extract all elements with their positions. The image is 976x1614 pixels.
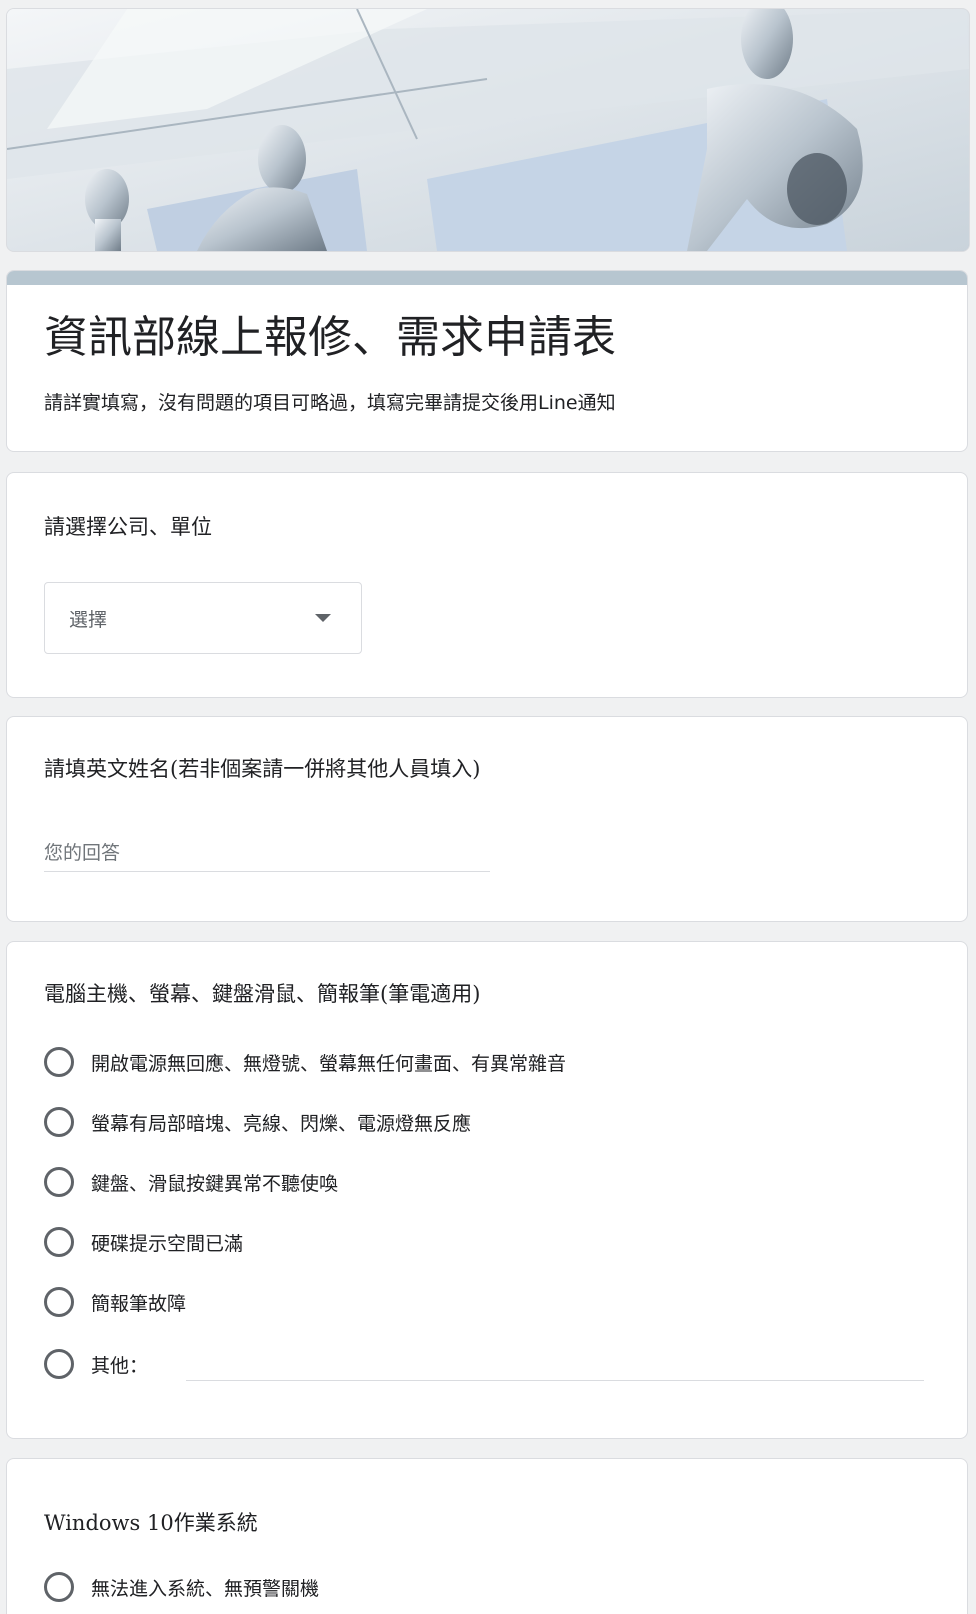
radio-option[interactable]: 無法進入系統、無預警關機: [44, 1570, 924, 1604]
header-accent-bar: [7, 271, 967, 285]
question-windows10: Windows 10作業系統 無法進入系統、無預警關機: [6, 1458, 968, 1614]
question-title: Windows 10作業系統: [44, 1511, 258, 1535]
banner-illustration: [7, 9, 969, 251]
chevron-down-icon: [315, 614, 331, 622]
radio-option-label: 鍵盤、滑鼠按鍵異常不聽使喚: [91, 1172, 339, 1195]
form-description: 請詳實填寫，沒有問題的項目可略過，填寫完畢請提交後用Line通知: [44, 392, 616, 414]
radio-option-label: 硬碟提示空間已滿: [91, 1232, 244, 1255]
radio-option[interactable]: 開啟電源無回應、無燈號、螢幕無任何畫面、有異常雜音: [44, 1045, 924, 1079]
radio-button[interactable]: [44, 1349, 74, 1379]
radio-option[interactable]: 簡報筆故障: [44, 1285, 924, 1319]
radio-button[interactable]: [44, 1572, 74, 1602]
other-text-input[interactable]: [186, 1347, 924, 1381]
radio-option-label: 其他：: [91, 1354, 149, 1377]
radio-button[interactable]: [44, 1047, 74, 1077]
form-title: 資訊部線上報修、需求申請表: [44, 312, 616, 363]
form-page: 資訊部線上報修、需求申請表 請詳實填寫，沒有問題的項目可略過，填寫完畢請提交後用…: [0, 0, 976, 1614]
radio-option[interactable]: 鍵盤、滑鼠按鍵異常不聽使喚: [44, 1165, 924, 1199]
radio-button[interactable]: [44, 1107, 74, 1137]
company-dropdown[interactable]: 選擇: [44, 582, 362, 654]
radio-option-label: 開啟電源無回應、無燈號、螢幕無任何畫面、有異常雜音: [91, 1052, 567, 1075]
radio-option-other[interactable]: 其他：: [44, 1347, 924, 1381]
radio-option-label: 無法進入系統、無預警關機: [91, 1577, 320, 1600]
question-title: 電腦主機、螢幕、鍵盤滑鼠、簡報筆(筆電適用): [44, 982, 481, 1006]
radio-option-label: 簡報筆故障: [91, 1292, 187, 1315]
question-title: 請填英文姓名(若非個案請一併將其他人員填入): [44, 757, 481, 781]
form-header-card: 資訊部線上報修、需求申請表 請詳實填寫，沒有問題的項目可略過，填寫完畢請提交後用…: [6, 270, 968, 452]
question-english-name: 請填英文姓名(若非個案請一併將其他人員填入): [6, 716, 968, 922]
radio-option-label: 螢幕有局部暗塊、亮線、閃爍、電源燈無反應: [91, 1112, 472, 1135]
radio-button[interactable]: [44, 1287, 74, 1317]
question-pc-hardware: 電腦主機、螢幕、鍵盤滑鼠、簡報筆(筆電適用) 開啟電源無回應、無燈號、螢幕無任何…: [6, 941, 968, 1439]
radio-button[interactable]: [44, 1167, 74, 1197]
radio-option[interactable]: 硬碟提示空間已滿: [44, 1225, 924, 1259]
header-banner-image: [6, 8, 970, 252]
radio-option[interactable]: 螢幕有局部暗塊、亮線、閃爍、電源燈無反應: [44, 1105, 924, 1139]
question-company: 請選擇公司、單位 選擇: [6, 472, 968, 698]
radio-button[interactable]: [44, 1227, 74, 1257]
question-title: 請選擇公司、單位: [44, 515, 212, 539]
english-name-input[interactable]: [44, 835, 490, 872]
dropdown-selected-value: 選擇: [69, 609, 108, 631]
